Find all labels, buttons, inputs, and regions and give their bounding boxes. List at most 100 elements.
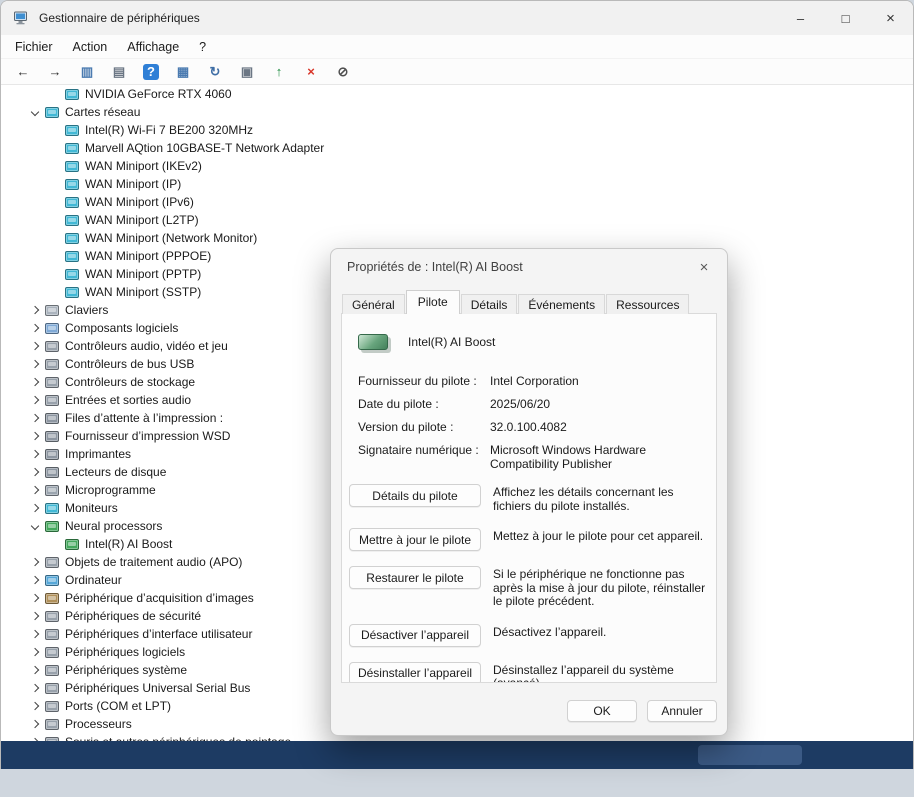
tree-item[interactable]: Intel(R) Wi-Fi 7 BE200 320MHz (1, 121, 913, 139)
toolbar-button[interactable]: ▥ (75, 61, 99, 83)
minimize-button[interactable]: – (778, 1, 823, 35)
expander-icon[interactable] (27, 625, 43, 643)
toolbar-button[interactable]: ↑ (267, 61, 291, 83)
expander-icon[interactable] (27, 319, 43, 337)
toolbar: ← → ▥ ▤ ? ▦ ↻ ▣ ↑ × ⊘ (1, 59, 913, 85)
expander-icon[interactable] (27, 391, 43, 409)
tree-item-label: Périphériques logiciels (65, 645, 185, 659)
network-adapter-icon (65, 125, 79, 136)
toolbar-button[interactable]: ▤ (107, 61, 131, 83)
disable-device-button[interactable]: Désactiver l’appareil (349, 624, 481, 647)
expander-icon[interactable] (27, 607, 43, 625)
toolbar-button[interactable]: ▦ (171, 61, 195, 83)
menu-aide[interactable]: ? (189, 35, 216, 58)
expander-icon[interactable] (27, 661, 43, 679)
toolbar-button[interactable]: → (43, 61, 67, 83)
expander-icon[interactable] (47, 535, 63, 553)
tab-pilote[interactable]: Pilote (406, 290, 460, 314)
tree-item-label: Lecteurs de disque (65, 465, 166, 479)
expander-icon[interactable] (47, 265, 63, 283)
expander-icon[interactable] (27, 355, 43, 373)
expander-icon[interactable] (47, 193, 63, 211)
menu-fichier[interactable]: Fichier (5, 35, 63, 58)
tree-item-label: Composants logiciels (65, 321, 178, 335)
tree-item-label: Imprimantes (65, 447, 131, 461)
window-controls: – □ × (778, 1, 913, 35)
software-devices-icon (45, 647, 59, 658)
close-button[interactable]: × (868, 1, 913, 35)
expander-icon[interactable] (27, 499, 43, 517)
menu-affichage[interactable]: Affichage (117, 35, 189, 58)
expander-icon[interactable] (27, 589, 43, 607)
expander-icon[interactable] (27, 373, 43, 391)
driver-action-row: Restaurer le pilote Si le périphérique n… (349, 566, 716, 609)
expander-icon[interactable] (47, 283, 63, 301)
expander-icon[interactable] (27, 463, 43, 481)
toolbar-button[interactable]: ? (139, 61, 163, 83)
expander-icon[interactable] (47, 85, 63, 103)
expander-icon[interactable] (47, 175, 63, 193)
toolbar-button[interactable]: ⊘ (331, 61, 355, 83)
tree-item[interactable]: Cartes réseau (1, 103, 913, 121)
driver-actions: Détails du pilote Affichez les détails c… (342, 484, 716, 683)
taskbar-widget[interactable] (698, 745, 802, 765)
tab-ressources[interactable]: Ressources (606, 294, 689, 314)
expander-icon[interactable] (27, 337, 43, 355)
expander-icon[interactable] (27, 715, 43, 733)
tree-item-label: WAN Miniport (IKEv2) (85, 159, 202, 173)
update-driver-button[interactable]: Mettre à jour le pilote (349, 528, 481, 551)
menubar: Fichier Action Affichage ? (1, 35, 913, 59)
uninstall-device-button[interactable]: Désinstaller l’appareil (349, 662, 481, 684)
tree-item[interactable]: Marvell AQtion 10GBASE-T Network Adapter (1, 139, 913, 157)
expander-icon[interactable] (27, 427, 43, 445)
tab-general[interactable]: Général (342, 294, 405, 314)
device-manager-icon (13, 10, 29, 26)
expander-icon[interactable] (27, 643, 43, 661)
dialog-close-button[interactable]: × (691, 256, 717, 278)
expander-icon[interactable] (27, 481, 43, 499)
tree-item[interactable]: NVIDIA GeForce RTX 4060 (1, 85, 913, 103)
expander-icon[interactable] (47, 211, 63, 229)
toolbar-button[interactable]: ↻ (203, 61, 227, 83)
expander-icon[interactable] (27, 697, 43, 715)
cancel-button[interactable]: Annuler (647, 700, 717, 722)
tab-evenements[interactable]: Événements (518, 294, 605, 314)
expander-icon[interactable] (47, 247, 63, 265)
software-components-icon (45, 323, 59, 334)
expander-icon[interactable] (27, 409, 43, 427)
tree-item[interactable]: WAN Miniport (Network Monitor) (1, 229, 913, 247)
expander-icon[interactable] (27, 553, 43, 571)
dialog-tabs: Général Pilote Détails Événements Ressou… (342, 290, 690, 314)
expander-icon[interactable] (47, 139, 63, 157)
tab-details[interactable]: Détails (461, 294, 518, 314)
expander-icon[interactable] (27, 301, 43, 319)
network-adapter-icon (65, 251, 79, 262)
expander-icon[interactable] (27, 103, 43, 121)
network-adapter-icon (65, 143, 79, 154)
disable-device-icon: ⊘ (335, 64, 351, 80)
expander-icon[interactable] (27, 679, 43, 697)
expander-icon[interactable] (27, 445, 43, 463)
monitors-icon (45, 503, 59, 514)
toolbar-button[interactable]: ▣ (235, 61, 259, 83)
tree-item[interactable]: WAN Miniport (IP) (1, 175, 913, 193)
ok-button[interactable]: OK (567, 700, 637, 722)
roll-back-driver-button[interactable]: Restaurer le pilote (349, 566, 481, 589)
tree-item[interactable]: WAN Miniport (L2TP) (1, 211, 913, 229)
export-list-icon: ▤ (111, 64, 127, 80)
system-devices-icon (45, 665, 59, 676)
driver-details-button[interactable]: Détails du pilote (349, 484, 481, 507)
expander-icon[interactable] (27, 571, 43, 589)
expander-icon[interactable] (47, 229, 63, 247)
usb-controllers-icon (45, 359, 59, 370)
maximize-button[interactable]: □ (823, 1, 868, 35)
usb-devices-icon (45, 683, 59, 694)
expander-icon[interactable] (27, 517, 43, 535)
toolbar-button[interactable]: × (299, 61, 323, 83)
menu-action[interactable]: Action (63, 35, 118, 58)
expander-icon[interactable] (47, 157, 63, 175)
expander-icon[interactable] (47, 121, 63, 139)
tree-item[interactable]: WAN Miniport (IKEv2) (1, 157, 913, 175)
toolbar-button[interactable]: ← (11, 61, 35, 83)
tree-item[interactable]: WAN Miniport (IPv6) (1, 193, 913, 211)
